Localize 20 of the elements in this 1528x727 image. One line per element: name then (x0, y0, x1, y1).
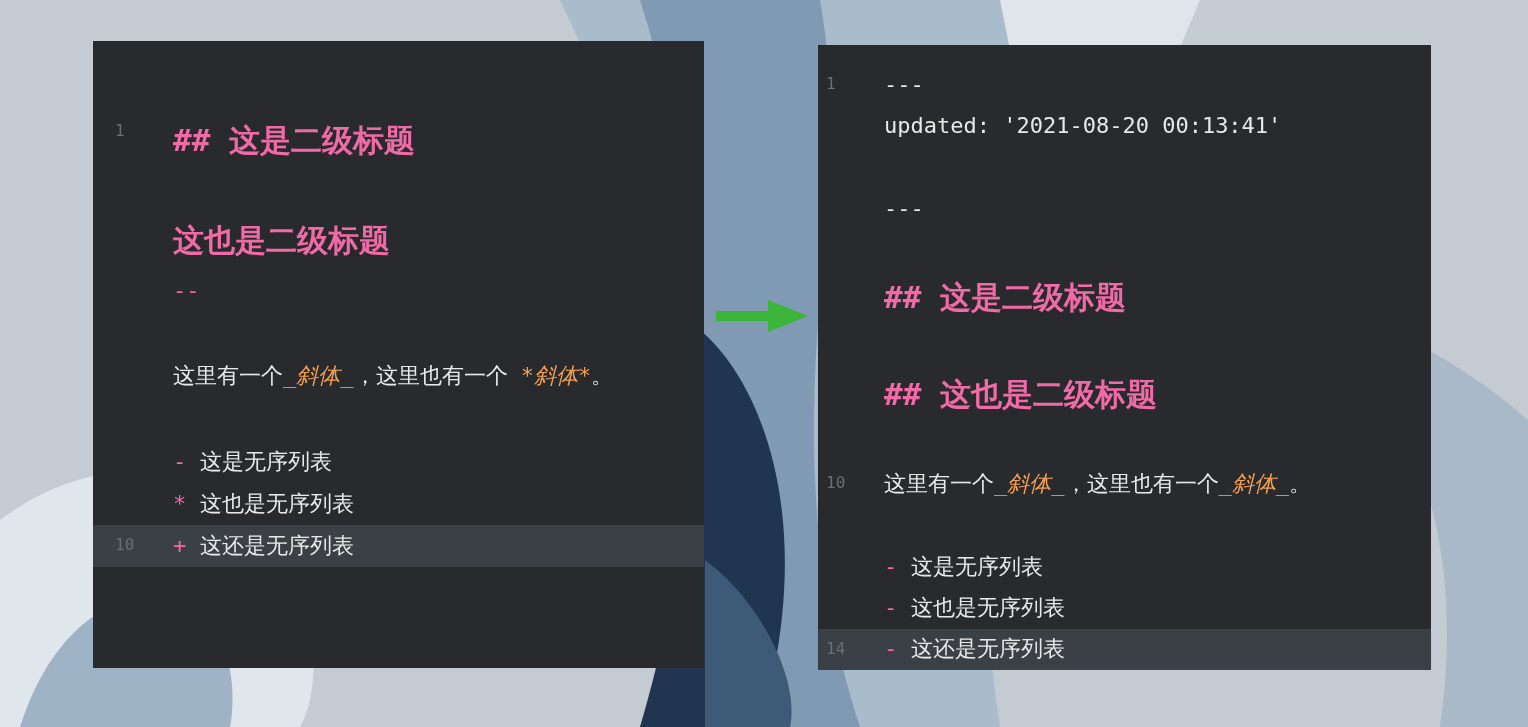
line-text: -- (173, 277, 200, 303)
line-text: --- (884, 72, 924, 98)
heading-text: ## 这是二级标题 (173, 121, 415, 160)
line-text: + 这还是无序列表 (173, 532, 354, 560)
line-number: 1 (115, 121, 125, 140)
heading-text: ## 这是二级标题 (884, 278, 1126, 318)
line-number: 10 (826, 473, 846, 493)
heading-text: 这也是二级标题 (173, 221, 390, 260)
line-text: updated: '2021-08-20 00:13:41' (884, 113, 1282, 139)
line-text: 这里有一个_斜体_，这里也有一个_斜体_。 (884, 470, 1311, 499)
arrow-icon (716, 300, 808, 332)
heading-text: ## 这也是二级标题 (884, 374, 1157, 414)
line-text: 这里有一个_斜体_，这里也有一个 *斜体*。 (173, 362, 614, 390)
line-text: * 这也是无序列表 (173, 490, 354, 518)
line-text: - 这还是无序列表 (884, 635, 1065, 664)
line-text: --- (884, 196, 924, 222)
line-text: - 这是无序列表 (173, 448, 332, 476)
line-text: - 这是无序列表 (884, 552, 1043, 581)
line-number: 1 (826, 74, 836, 93)
line-text: - 这也是无序列表 (884, 593, 1065, 622)
